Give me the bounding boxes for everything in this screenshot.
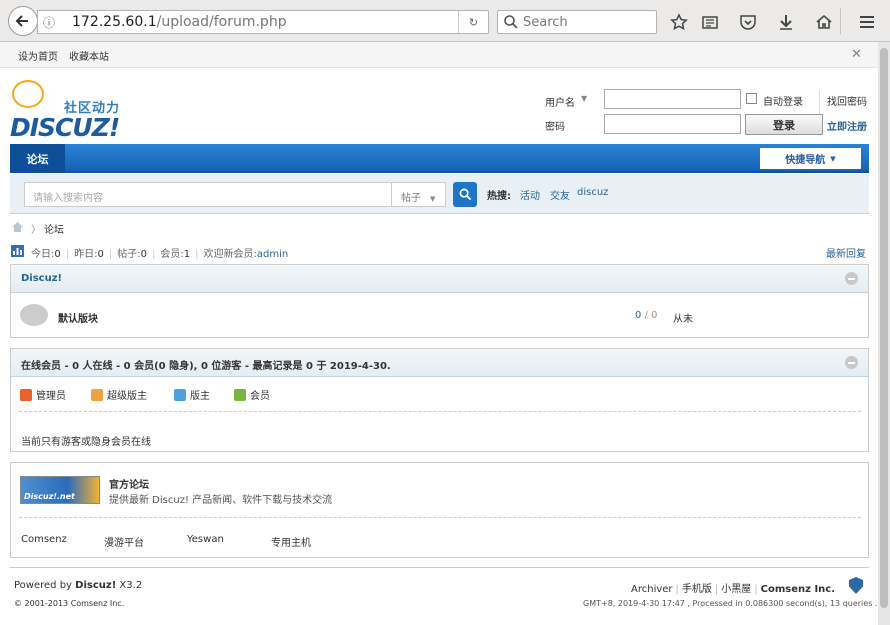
moderator-icon: [174, 388, 186, 401]
hot-item[interactable]: discuz: [577, 187, 608, 198]
legend-super-mod: 超级版主: [91, 387, 147, 402]
search-icon: [504, 15, 518, 29]
forum-stats: 今日:0 | 昨日:0 | 帖子:0 | 会员:1 | 欢迎新会员:admin: [31, 249, 289, 260]
hot-item[interactable]: 活动: [520, 187, 540, 202]
footer-divider: [10, 567, 869, 568]
footer-links: Archiver | 手机版 | 小黑屋 | Comsenz Inc.: [631, 584, 836, 595]
register-link[interactable]: 立即注册: [827, 118, 867, 133]
admin-icon: [20, 388, 32, 401]
legend-admin: 管理员: [20, 387, 66, 402]
home-icon[interactable]: [11, 221, 24, 236]
reload-icon[interactable]: ↻: [458, 11, 488, 33]
back-arrow-icon: [15, 15, 28, 27]
bookmark-link[interactable]: 收藏本站: [69, 48, 109, 63]
breadcrumb-separator: 〉: [31, 225, 41, 236]
search-type-select[interactable]: 帖子 ▼: [391, 182, 446, 207]
hot-search-label: 热搜:: [487, 191, 511, 202]
blacklist-link[interactable]: 小黑屋: [721, 584, 751, 595]
discuz-link[interactable]: Discuz!: [75, 580, 116, 591]
password-label: 密码: [545, 122, 565, 133]
search-button[interactable]: [453, 182, 477, 207]
archiver-link[interactable]: Archiver: [631, 584, 673, 595]
url-text[interactable]: 172.25.60.1/upload/forum.php: [60, 14, 458, 30]
category-header: Discuz!: [11, 265, 868, 293]
reading-list-icon[interactable]: [699, 11, 721, 33]
official-forum-link[interactable]: 官方论坛: [109, 476, 149, 491]
search-bar: 请输入搜索内容 帖子 ▼ 热搜: 活动 交友 discuz: [10, 174, 869, 214]
close-icon[interactable]: ✕: [851, 47, 862, 62]
download-icon[interactable]: [775, 11, 797, 33]
home-icon[interactable]: [813, 11, 835, 33]
username-label: 用户名: [545, 98, 575, 109]
legend-mod: 版主: [174, 387, 210, 402]
menu-icon[interactable]: [856, 11, 878, 33]
powered-by: Powered by Discuz! X3.2: [14, 580, 143, 591]
member-icon: [234, 388, 246, 401]
login-button[interactable]: 登录: [745, 114, 823, 135]
category-title[interactable]: Discuz!: [21, 273, 62, 284]
remember-checkbox[interactable]: [746, 93, 757, 104]
bookmark-star-icon[interactable]: [668, 11, 690, 33]
processing-info: GMT+8, 2019-4-30 17:47 , Processed in 0.…: [583, 599, 878, 608]
username-input[interactable]: [604, 89, 741, 109]
browser-search-input[interactable]: Search: [497, 10, 657, 34]
copyright: © 2001-2013 Comsenz Inc.: [14, 599, 125, 608]
forum-icon: [20, 304, 48, 326]
friend-link[interactable]: Comsenz: [21, 534, 67, 545]
online-body: 管理员 超级版主 版主 会员 当前只有游客或隐身会员在线: [11, 377, 868, 451]
browser-toolbar: ⓘ 172.25.60.1/upload/forum.php ↻ Search: [0, 0, 890, 42]
links-box: Discuz!.net 官方论坛 提供最新 Discuz! 产品新闻、软件下载与…: [10, 462, 869, 558]
friend-link[interactable]: 专用主机: [271, 534, 311, 549]
chevron-down-icon[interactable]: ▼: [581, 94, 587, 103]
url-bar[interactable]: ⓘ 172.25.60.1/upload/forum.php ↻: [37, 10, 489, 34]
forum-search-input[interactable]: 请输入搜索内容: [24, 182, 392, 207]
company-link[interactable]: Comsenz Inc.: [761, 584, 835, 595]
super-moderator-icon: [91, 388, 103, 401]
search-icon: [459, 188, 471, 201]
back-button[interactable]: [8, 6, 38, 36]
chevron-down-icon: ▼: [430, 195, 436, 203]
password-input[interactable]: [604, 114, 741, 134]
legend-member: 会员: [234, 387, 270, 402]
set-home-link[interactable]: 设为首页: [18, 48, 58, 63]
logo[interactable]: DISCUZ!: [10, 113, 120, 142]
divider: [19, 517, 861, 518]
quick-nav-button[interactable]: 快捷导航 ▼: [760, 148, 861, 169]
forgot-password-link[interactable]: 找回密码: [827, 93, 867, 108]
toolbar-separator: [840, 8, 841, 34]
forum-row: 默认版块 0 / 0 从未: [11, 293, 868, 337]
collapse-icon[interactable]: [845, 356, 858, 369]
online-title[interactable]: 在线会员 - 0 人在线 - 0 会员(0 隐身), 0 位游客 - 最高记录是…: [21, 361, 391, 372]
main-navbar: 论坛 快捷导航 ▼: [10, 144, 869, 173]
pocket-icon[interactable]: [737, 11, 759, 33]
logo-bubble-icon: [12, 80, 44, 108]
friend-link[interactable]: Yeswan: [187, 534, 224, 545]
stats-chart-icon: [11, 245, 24, 257]
online-note: 当前只有游客或隐身会员在线: [21, 437, 151, 448]
online-header: 在线会员 - 0 人在线 - 0 会员(0 隐身), 0 位游客 - 最高记录是…: [11, 349, 868, 377]
friend-link[interactable]: 漫游平台: [104, 534, 144, 549]
forum-last-post: 从未: [673, 314, 693, 325]
newest-member-link[interactable]: admin: [257, 249, 288, 260]
collapse-icon[interactable]: [845, 272, 858, 285]
top-utility-bar: 设为首页 收藏本站 ✕: [0, 42, 878, 68]
remember-label: 自动登录: [763, 97, 803, 108]
forum-count: 0 / 0: [635, 310, 658, 321]
online-box: 在线会员 - 0 人在线 - 0 会员(0 隐身), 0 位游客 - 最高记录是…: [10, 348, 869, 452]
tab-forum[interactable]: 论坛: [10, 144, 65, 173]
breadcrumb-current[interactable]: 论坛: [44, 221, 64, 236]
category-box: Discuz! 默认版块 0 / 0 从未: [10, 264, 869, 338]
forum-name[interactable]: 默认版块: [58, 310, 98, 325]
chevron-down-icon: ▼: [830, 154, 836, 163]
info-icon[interactable]: ⓘ: [38, 14, 60, 31]
mobile-link[interactable]: 手机版: [682, 584, 712, 595]
discuz-net-logo[interactable]: Discuz!.net: [20, 476, 100, 504]
hot-item[interactable]: 交友: [550, 187, 570, 202]
latest-replies-link[interactable]: 最新回复: [826, 245, 866, 260]
scrollbar-thumb[interactable]: [880, 48, 888, 608]
official-forum-desc: 提供最新 Discuz! 产品新闻、软件下载与技术交流: [109, 495, 333, 506]
divider: [19, 411, 861, 412]
shield-icon[interactable]: [849, 577, 863, 594]
